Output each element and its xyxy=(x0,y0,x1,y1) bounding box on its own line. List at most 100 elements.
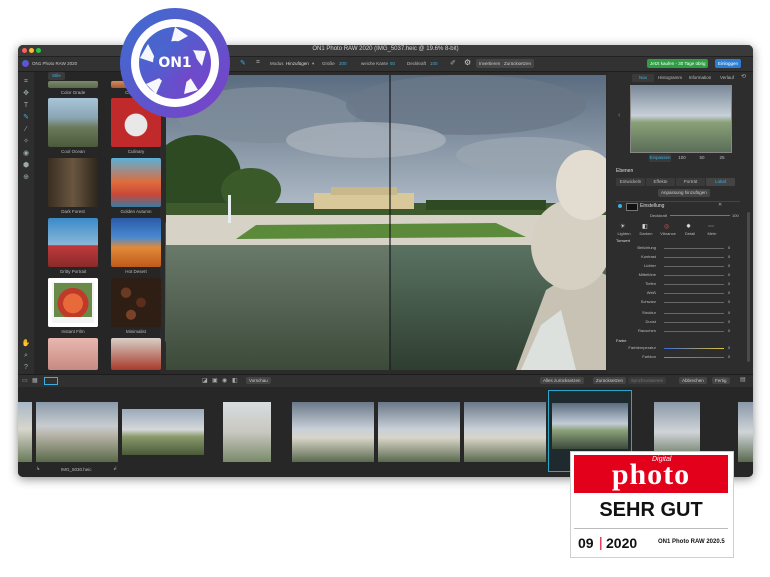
slider-track[interactable] xyxy=(664,347,724,349)
detail-icon[interactable]: ✸ xyxy=(686,223,691,230)
tab-history[interactable]: Verlauf xyxy=(716,74,738,82)
slider-row[interactable]: Schwarz 0 xyxy=(616,299,734,305)
eye-icon[interactable]: ◉ xyxy=(21,150,31,158)
preset-thumb-gritty-portrait[interactable] xyxy=(48,218,98,267)
lighten-icon[interactable]: ☀ xyxy=(620,223,625,230)
zoom-fit[interactable]: Einpassen xyxy=(649,154,671,162)
slider-row[interactable]: Tiefen 0 xyxy=(616,281,734,287)
buy-now-button[interactable]: Jetzt kaufen - 30 Tage übrig xyxy=(647,59,709,68)
slider-track[interactable] xyxy=(664,256,724,258)
split-view-icon[interactable]: ◧ xyxy=(232,377,238,384)
vibrance-icon[interactable]: ◎ xyxy=(664,223,669,230)
retouch-icon[interactable]: ✧ xyxy=(21,138,31,146)
tab-histogram[interactable]: Histogramm xyxy=(656,74,684,82)
slider-track[interactable] xyxy=(664,312,724,314)
slider-track[interactable] xyxy=(664,292,724,294)
tab-develop[interactable]: Entwickeln xyxy=(616,178,645,186)
film-thumb[interactable] xyxy=(122,409,204,455)
slider-track[interactable] xyxy=(664,301,724,303)
chevron-left-icon[interactable]: ‹ xyxy=(618,112,620,119)
return-icon[interactable]: ↳ xyxy=(36,466,40,472)
circle-view-icon[interactable]: ◉ xyxy=(222,377,227,384)
navigator-preview[interactable] xyxy=(630,85,732,153)
preset-thumb-color-grade[interactable] xyxy=(48,81,98,88)
preset-thumb-portrait[interactable] xyxy=(48,338,98,370)
preview-button[interactable]: Vorschau xyxy=(246,377,271,384)
gear-icon[interactable]: ⚙ xyxy=(464,58,471,67)
photo-canvas[interactable] xyxy=(166,75,606,370)
layer-mask-thumb[interactable] xyxy=(626,203,638,211)
soft-edge-value[interactable]: 50 xyxy=(390,61,395,66)
compare-view-icon[interactable] xyxy=(44,377,58,385)
add-adjustment-button[interactable]: Anpassung hinzufügen xyxy=(658,189,710,197)
layer-opacity-slider[interactable] xyxy=(670,215,730,216)
preset-thumb-minimalist[interactable] xyxy=(111,278,161,327)
brush-tool-icon[interactable]: ✎ xyxy=(240,59,246,67)
slider-row[interactable]: Weiß 0 xyxy=(616,290,734,296)
film-thumb[interactable] xyxy=(292,402,374,462)
text-icon[interactable]: T xyxy=(21,102,31,110)
opacity-value[interactable]: 100 xyxy=(430,61,438,66)
gradient-icon[interactable]: ⁄ xyxy=(21,126,31,134)
film-thumb[interactable] xyxy=(18,402,32,462)
preset-thumb-building[interactable] xyxy=(111,338,161,370)
pen-icon[interactable]: ✐ xyxy=(450,59,456,67)
size-value[interactable]: 200 xyxy=(339,61,347,66)
slider-row[interactable]: Kontrast 0 xyxy=(616,254,734,260)
mask-view-icon[interactable]: ◪ xyxy=(202,377,208,384)
slider-row[interactable]: Farbton 0 xyxy=(616,354,734,360)
styles-tab[interactable]: Stile xyxy=(48,72,65,80)
film-thumb[interactable] xyxy=(738,402,753,462)
film-thumb[interactable] xyxy=(378,402,460,462)
preset-thumb-dark-forest[interactable] xyxy=(48,158,98,207)
slider-row[interactable]: Dunst 0 xyxy=(616,319,734,325)
invert-button[interactable]: Invertieren xyxy=(476,59,504,68)
tab-local[interactable]: Lokal xyxy=(706,178,735,186)
slider-track[interactable] xyxy=(664,283,724,285)
slider-row[interactable]: Mitteltöne 0 xyxy=(616,272,734,278)
film-thumb[interactable] xyxy=(464,402,546,462)
reset-button[interactable]: Zurücksetzen xyxy=(501,59,535,68)
slider-row[interactable]: Farbtemperatur 0 xyxy=(616,345,734,351)
login-button[interactable]: Einloggen xyxy=(715,59,742,68)
move-icon[interactable]: ✥ xyxy=(21,90,31,98)
tab-nav[interactable]: Nav xyxy=(632,74,654,82)
slider-track[interactable] xyxy=(664,321,724,323)
overlay-icon[interactable]: ▣ xyxy=(212,377,218,384)
history-icon[interactable]: ⟲ xyxy=(741,73,746,80)
preset-thumb-golden-autumn[interactable] xyxy=(111,158,161,207)
film-thumb[interactable] xyxy=(36,402,118,462)
slider-row[interactable]: Struktur 0 xyxy=(616,310,734,316)
zoom-50[interactable]: 50 xyxy=(693,154,711,162)
zoom-icon[interactable]: ⌕ xyxy=(21,352,31,360)
cancel-button[interactable]: Abbrechen xyxy=(679,377,707,384)
preset-thumb-cool-ocean[interactable] xyxy=(48,98,98,147)
crop-icon[interactable]: ⌗ xyxy=(21,78,31,86)
slider-row[interactable]: Rauschen 0 xyxy=(616,328,734,334)
more-icon[interactable]: ⋯ xyxy=(708,223,714,230)
grid-view-icon[interactable]: ▦ xyxy=(32,377,38,384)
slider-row[interactable]: Lichter 0 xyxy=(616,263,734,269)
slider-row[interactable]: Belichtung 0 xyxy=(616,245,734,251)
darken-icon[interactable]: ◧ xyxy=(642,223,648,230)
mode-select[interactable]: Hinzufügen xyxy=(286,61,309,66)
preset-thumb-hot-desert[interactable] xyxy=(111,218,161,267)
transform-icon[interactable]: ⌗ xyxy=(256,59,260,67)
tab-portrait[interactable]: Porträt xyxy=(676,178,705,186)
brush-icon[interactable]: ✎ xyxy=(21,114,31,122)
preset-thumb-instant-film[interactable] xyxy=(48,278,98,327)
film-thumb[interactable] xyxy=(223,402,271,462)
reset-button[interactable]: Zurücksetzen xyxy=(593,377,627,384)
tab-effects[interactable]: Effekte xyxy=(646,178,675,186)
slider-track[interactable] xyxy=(664,274,724,276)
sync-button[interactable]: Synchronisieren xyxy=(628,377,667,384)
layer-visibility-toggle[interactable] xyxy=(618,204,622,208)
reset-all-button[interactable]: Alles zurücksetzen xyxy=(540,377,584,384)
close-icon[interactable]: ✕ xyxy=(718,202,722,208)
refine-icon[interactable]: ⊕ xyxy=(21,174,31,182)
slider-track[interactable] xyxy=(664,265,724,267)
zoom-100[interactable]: 100 xyxy=(673,154,691,162)
done-button[interactable]: Fertig xyxy=(712,377,730,384)
panel-scrollbar[interactable] xyxy=(747,212,750,362)
return-back-icon[interactable]: ↲ xyxy=(113,466,117,472)
